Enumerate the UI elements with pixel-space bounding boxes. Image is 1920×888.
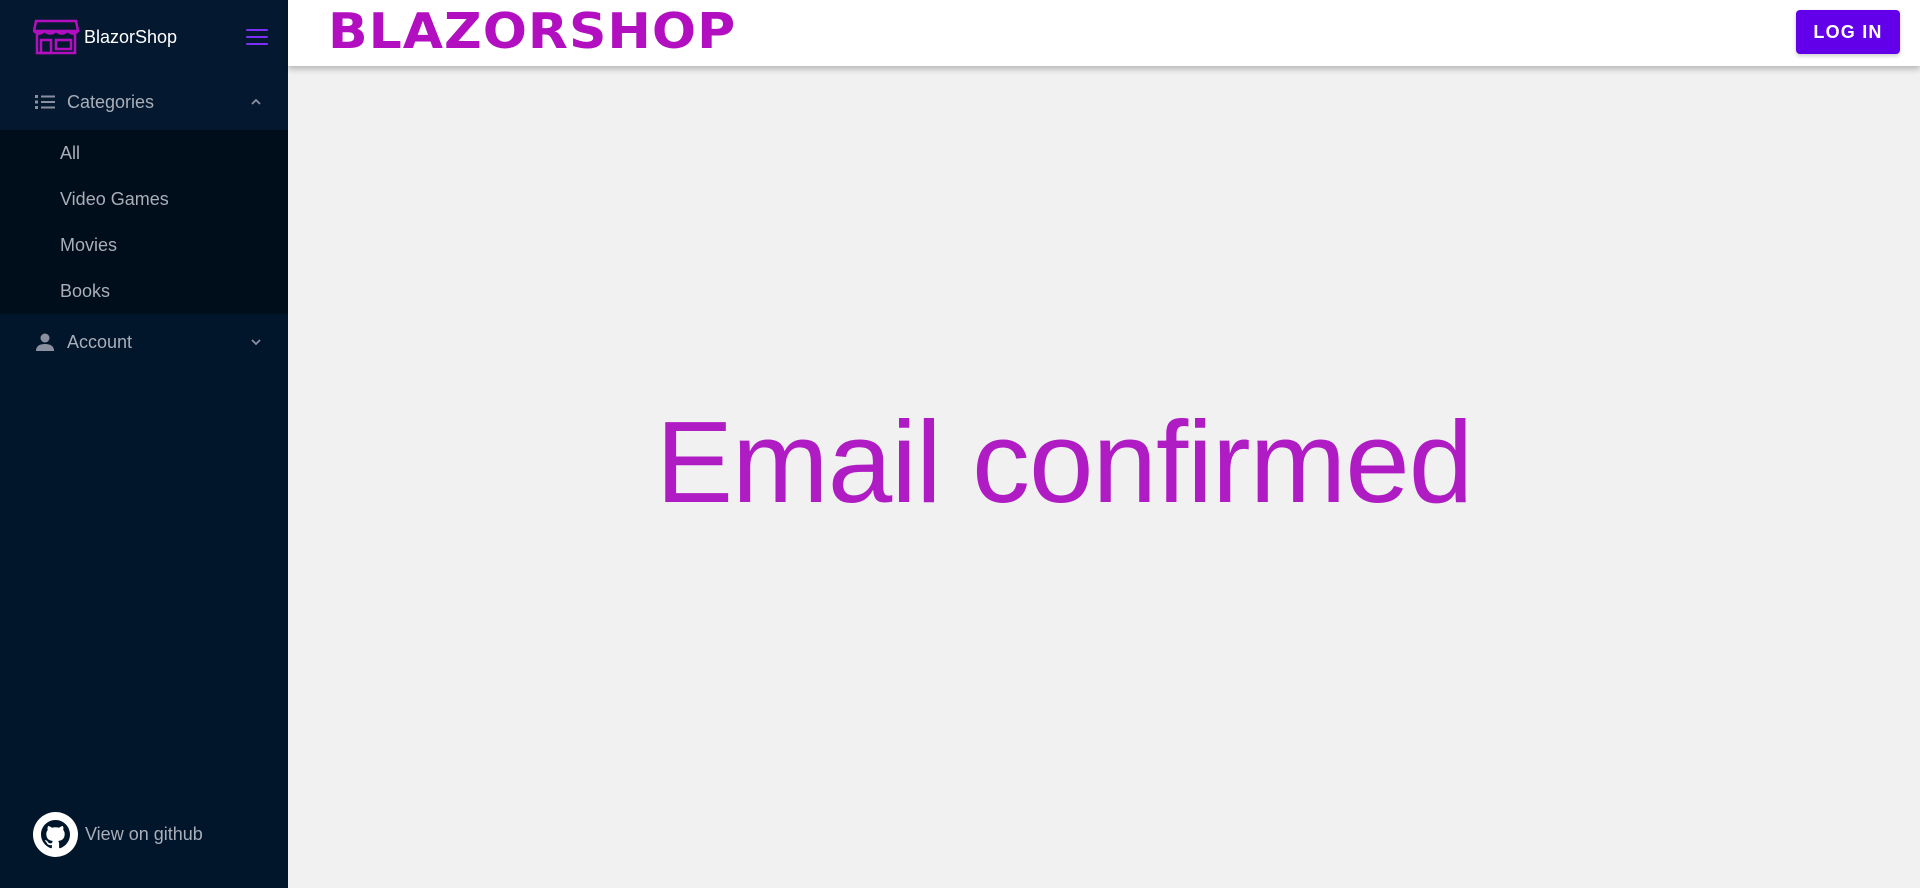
site-logo[interactable]: BLAZORSHOP: [328, 5, 736, 58]
chevron-up-icon: [251, 98, 261, 105]
top-app-bar: BLAZORSHOP LOG IN: [288, 0, 1920, 66]
github-icon: [33, 812, 78, 857]
category-item-books[interactable]: Books: [0, 268, 288, 314]
chevron-down-icon: [251, 339, 261, 346]
login-button[interactable]: LOG IN: [1796, 10, 1900, 54]
brand[interactable]: BlazorShop: [0, 0, 288, 74]
person-icon: [34, 331, 56, 353]
github-label: View on github: [85, 824, 203, 844]
confirmation-message: Email confirmed: [655, 397, 1474, 527]
nav-group-label: Categories: [67, 91, 155, 112]
sidebar: BlazorShop Categories All Video Games Mo…: [0, 0, 288, 888]
hamburger-icon: [246, 29, 268, 31]
nav-group-label: Account: [67, 331, 133, 352]
nav-group-account[interactable]: Account: [0, 314, 288, 370]
category-item-all[interactable]: All: [0, 130, 288, 176]
github-link[interactable]: View on github: [33, 812, 203, 857]
nav-group-categories[interactable]: Categories: [0, 74, 288, 130]
store-icon: [33, 19, 79, 55]
category-item-video-games[interactable]: Video Games: [0, 176, 288, 222]
categories-list: All Video Games Movies Books: [0, 130, 288, 314]
category-item-movies[interactable]: Movies: [0, 222, 288, 268]
brand-name: BlazorShop: [84, 26, 178, 47]
list-icon: [34, 91, 56, 113]
menu-toggle-button[interactable]: [246, 29, 268, 45]
